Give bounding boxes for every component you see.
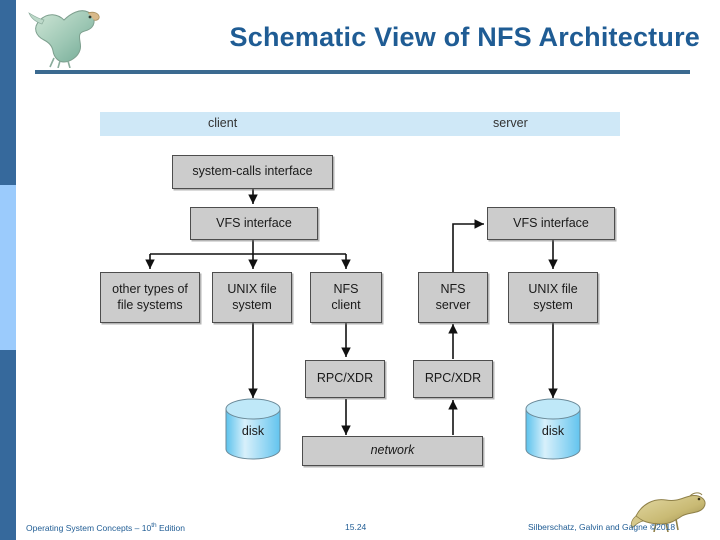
box-label: UNIX file system	[227, 282, 277, 312]
box-label: NFS client	[331, 282, 361, 312]
box-label: VFS interface	[513, 215, 589, 230]
box-system-calls-interface[interactable]: system-calls interface	[172, 155, 333, 189]
disk-label: disk	[541, 424, 565, 438]
box-label: network	[370, 443, 415, 458]
diagram-connectors	[145, 189, 558, 435]
box-network[interactable]: network	[302, 436, 483, 466]
box-other-types-of-file-systems[interactable]: other types of file systems	[100, 272, 200, 323]
disk-client[interactable]: disk	[223, 398, 283, 460]
box-nfs-client[interactable]: NFS client	[310, 272, 382, 323]
box-label: NFS server	[435, 282, 471, 312]
disk-server[interactable]: disk	[523, 398, 583, 460]
box-nfs-server[interactable]: NFS server	[418, 272, 488, 323]
disk-label: disk	[241, 424, 265, 438]
box-vfs-interface-client[interactable]: VFS interface	[190, 207, 318, 240]
box-label: RPC/XDR	[316, 371, 374, 386]
footer-left: Operating System Concepts – 10th Edition	[26, 522, 185, 533]
box-label: other types of file systems	[112, 282, 188, 312]
box-unix-file-system-client[interactable]: UNIX file system	[212, 272, 292, 323]
box-label: UNIX file system	[528, 282, 578, 312]
box-vfs-interface-server[interactable]: VFS interface	[487, 207, 615, 240]
footer-slide-number: 15.24	[345, 522, 367, 532]
nfs-architecture-diagram: client server system-calls interface VFS…	[0, 0, 720, 500]
box-rpc-xdr-server[interactable]: RPC/XDR	[413, 360, 493, 398]
slide: Schematic View of NFS Architecture clien…	[0, 0, 720, 540]
box-label: VFS interface	[216, 215, 292, 230]
footer-left-suffix: Edition	[156, 522, 185, 533]
box-rpc-xdr-client[interactable]: RPC/XDR	[305, 360, 385, 398]
box-label: system-calls interface	[192, 164, 313, 179]
box-label: RPC/XDR	[424, 371, 482, 386]
footer-copyright: Silberschatz, Galvin and Gagne ©2018	[528, 522, 676, 532]
box-unix-file-system-server[interactable]: UNIX file system	[508, 272, 598, 323]
footer-left-text: Operating System Concepts – 10	[26, 522, 152, 533]
